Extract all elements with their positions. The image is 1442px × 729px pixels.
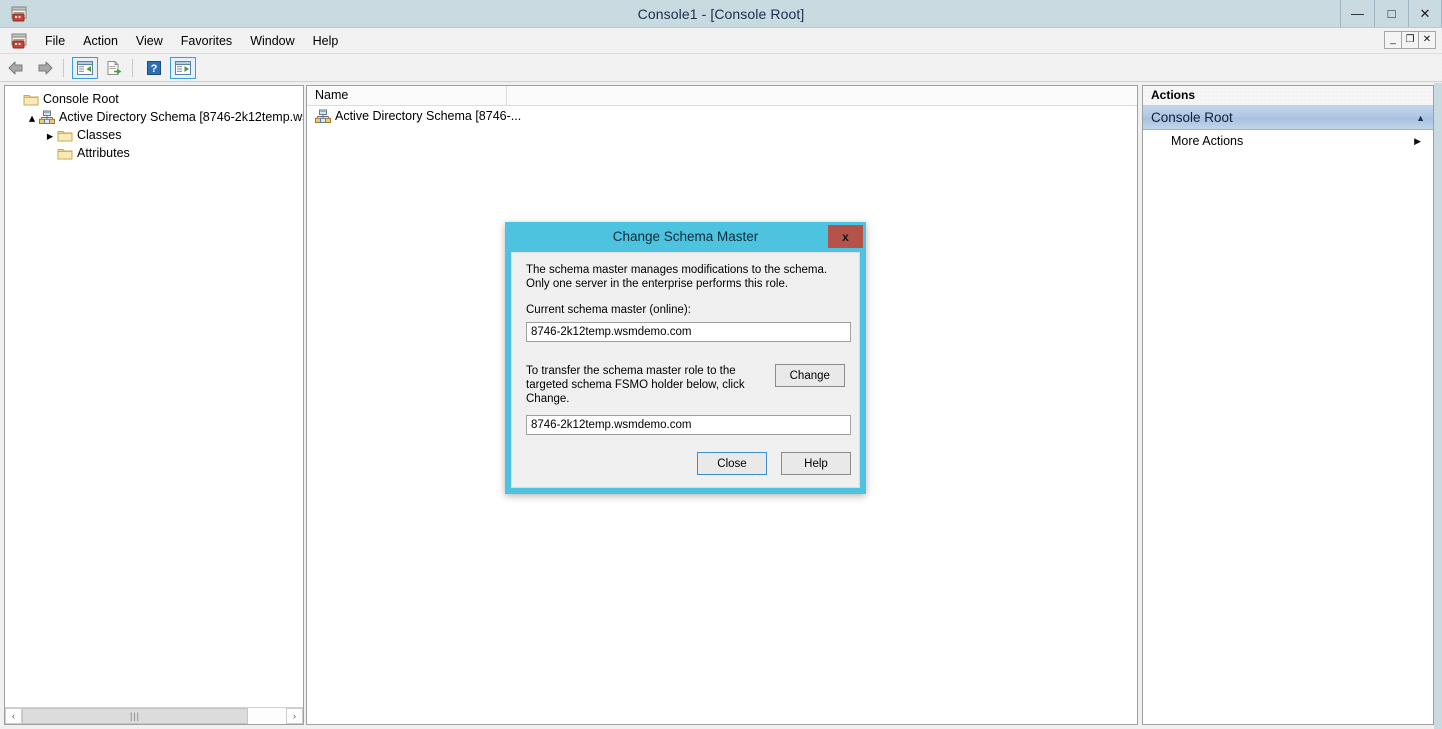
list-header: Name	[307, 86, 1137, 106]
show-hide-tree-icon[interactable]	[72, 56, 98, 79]
mdi-minimize-button[interactable]: _	[1384, 31, 1402, 49]
menu-item-action[interactable]: Action	[74, 31, 127, 51]
change-button[interactable]: Change	[774, 364, 845, 387]
actions-group-label: Console Root	[1151, 110, 1233, 125]
dialog-close-action-button[interactable]: Close	[697, 452, 767, 475]
dialog-description: The schema master manages modifications …	[526, 264, 828, 290]
main-toolbar: ?	[0, 54, 1442, 82]
minimize-button[interactable]: —	[1340, 0, 1374, 27]
column-header-filler	[507, 86, 1137, 105]
tree-item-label: Classes	[77, 128, 122, 142]
mdi-close-button[interactable]: ✕	[1418, 31, 1436, 49]
tree-horizontal-scrollbar[interactable]: ‹ ||| ›	[5, 707, 303, 724]
help-icon[interactable]: ?	[141, 57, 167, 79]
folder-icon	[57, 146, 73, 161]
transfer-row: To transfer the schema master role to th…	[526, 364, 845, 406]
list-item-label: Active Directory Schema [8746-...	[335, 109, 522, 123]
back-icon[interactable]	[3, 57, 29, 79]
dialog-help-button[interactable]: Help	[781, 452, 851, 475]
transfer-instruction: To transfer the schema master role to th…	[526, 365, 745, 405]
tree-item-active-directory-schema[interactable]: ▴ Active Directory Schema [8746-2k12temp…	[5, 108, 303, 126]
dialog-close-button[interactable]: x	[828, 225, 863, 248]
mmc-console-window: Console1 - [Console Root] — □ ✕ File Act…	[0, 0, 1442, 729]
actions-pane: Actions Console Root ▲ More Actions ▶	[1142, 85, 1434, 725]
tree-item-attributes[interactable]: Attributes	[5, 144, 303, 162]
tree-item-classes[interactable]: ▸ Classes	[5, 126, 303, 144]
toolbar-separator	[63, 58, 64, 77]
column-header-name[interactable]: Name	[307, 86, 507, 105]
folder-icon	[23, 92, 39, 107]
console-tree-pane: Console Root ▴ Active Directory Schema […	[4, 85, 304, 725]
list-item[interactable]: Active Directory Schema [8746-...	[307, 106, 1137, 126]
schema-snapin-icon	[39, 110, 55, 125]
actions-group-console-root[interactable]: Console Root ▲	[1143, 106, 1433, 130]
scroll-thumb[interactable]: |||	[22, 708, 248, 724]
folder-icon	[57, 128, 73, 143]
console-tree: Console Root ▴ Active Directory Schema […	[5, 86, 303, 162]
mdi-window-controls: _ ❐ ✕	[1384, 31, 1436, 49]
tree-item-console-root[interactable]: Console Root	[5, 90, 303, 108]
chevron-right-icon[interactable]: ▶	[1414, 136, 1421, 147]
console-icon	[10, 32, 28, 50]
mdi-restore-button[interactable]: ❐	[1401, 31, 1419, 49]
menu-item-help[interactable]: Help	[304, 31, 348, 51]
window-titlebar: Console1 - [Console Root] — □ ✕	[0, 0, 1442, 28]
current-master-label: Current schema master (online):	[526, 304, 691, 316]
scroll-left-button[interactable]: ‹	[5, 708, 22, 724]
tree-expander[interactable]	[43, 146, 57, 160]
window-controls: — □ ✕	[1340, 0, 1442, 28]
tree-item-label: Console Root	[43, 92, 119, 106]
dialog-title: Change Schema Master	[612, 229, 759, 244]
scroll-track[interactable]: |||	[22, 708, 286, 724]
toolbar-separator	[132, 58, 133, 77]
menu-item-window[interactable]: Window	[241, 31, 303, 51]
actions-pane-title: Actions	[1143, 86, 1433, 106]
tree-item-label: Active Directory Schema [8746-2k12temp.w…	[59, 110, 304, 124]
tree-item-label: Attributes	[77, 146, 130, 160]
close-button[interactable]: ✕	[1408, 0, 1442, 27]
tree-expander-expand[interactable]: ▸	[43, 128, 57, 143]
dialog-body: The schema master manages modifications …	[511, 252, 860, 488]
export-list-icon[interactable]	[101, 57, 127, 79]
window-title: Console1 - [Console Root]	[637, 6, 805, 22]
change-schema-master-dialog: Change Schema Master x The schema master…	[505, 222, 866, 494]
dialog-footer: Close Help	[526, 452, 851, 475]
actions-item-label: More Actions	[1171, 134, 1244, 148]
target-master-field[interactable]	[526, 415, 851, 435]
menu-item-view[interactable]: View	[127, 31, 172, 51]
svg-text:?: ?	[151, 63, 158, 75]
schema-snapin-icon	[315, 109, 331, 124]
right-edge-strip	[1434, 83, 1442, 729]
forward-icon[interactable]	[32, 57, 58, 79]
actions-item-more-actions[interactable]: More Actions ▶	[1143, 130, 1433, 152]
menu-bar: File Action View Favorites Window Help _…	[0, 28, 1442, 54]
tree-expander-collapse[interactable]: ▴	[25, 110, 39, 125]
scroll-right-button[interactable]: ›	[286, 708, 303, 724]
tree-expander[interactable]	[9, 92, 23, 106]
maximize-button[interactable]: □	[1374, 0, 1408, 27]
chevron-up-icon[interactable]: ▲	[1416, 113, 1425, 123]
current-master-field[interactable]	[526, 322, 851, 342]
show-hide-action-pane-icon[interactable]	[170, 56, 196, 79]
menu-item-file[interactable]: File	[36, 31, 74, 51]
menu-item-favorites[interactable]: Favorites	[172, 31, 241, 51]
